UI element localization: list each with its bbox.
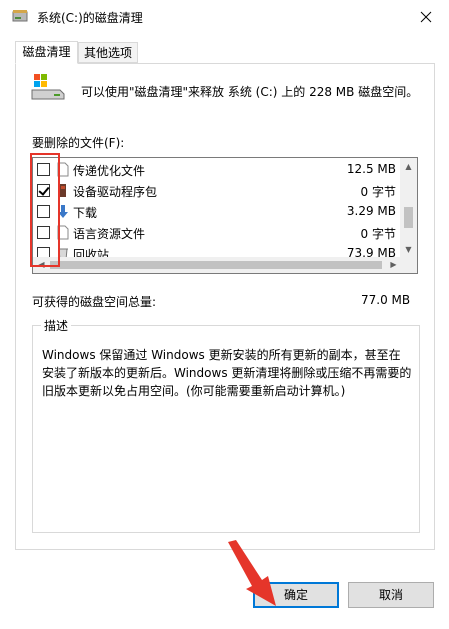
info-text: 可以使用"磁盘清理"来释放 系统 (C:) 上的 228 MB 磁盘空间。 xyxy=(81,85,419,99)
scroll-up-icon[interactable]: ▲ xyxy=(400,158,417,175)
list-item[interactable]: 设备驱动程序包 0 字节 xyxy=(33,180,400,201)
close-button[interactable] xyxy=(404,4,448,30)
list-item[interactable]: 传递优化文件 12.5 MB xyxy=(33,159,400,180)
drive-icon xyxy=(31,74,65,100)
description-title: 描述 xyxy=(41,317,72,334)
disk-cleanup-app-icon xyxy=(12,10,28,22)
scroll-thumb[interactable] xyxy=(50,261,382,269)
file-size: 0 字节 xyxy=(360,185,396,199)
tab-more-options[interactable]: 其他选项 xyxy=(78,42,138,63)
total-space-value: 77.0 MB xyxy=(361,293,411,307)
list-item[interactable]: 下载 3.29 MB xyxy=(33,201,400,222)
file-size: 12.5 MB xyxy=(346,162,396,176)
window-title: 系统(C:)的磁盘清理 xyxy=(37,11,143,25)
title-bar: 系统(C:)的磁盘清理 xyxy=(0,0,449,33)
annotation-highlight-box xyxy=(30,153,60,267)
file-name: 下载 xyxy=(73,206,98,220)
file-name: 传递优化文件 xyxy=(73,164,146,178)
file-size: 3.29 MB xyxy=(346,204,396,218)
files-to-delete-label: 要删除的文件(F): xyxy=(32,136,125,150)
tab-disk-cleanup[interactable]: 磁盘清理 xyxy=(15,41,78,64)
description-text: Windows 保留通过 Windows 更新安装的所有更新的副本，甚至在安装了… xyxy=(42,348,412,398)
annotation-arrow-icon xyxy=(228,540,276,606)
list-item[interactable]: 回收站 73.9 MB xyxy=(33,243,400,258)
scroll-thumb[interactable] xyxy=(404,207,413,228)
list-item[interactable]: 语言资源文件 0 字节 xyxy=(33,222,400,243)
vertical-scrollbar[interactable]: ▲ ▼ xyxy=(400,158,417,258)
total-space-label: 可获得的磁盘空间总量: xyxy=(32,295,157,309)
horizontal-scrollbar[interactable]: ◀ ▶ xyxy=(33,257,402,273)
file-name: 语言资源文件 xyxy=(73,227,146,241)
cancel-button[interactable]: 取消 xyxy=(348,582,434,608)
close-icon xyxy=(420,11,432,23)
files-list[interactable]: 传递优化文件 12.5 MB 设备驱动程序包 0 字节 下载 3.29 MB 语… xyxy=(32,157,418,274)
scrollbar-corner xyxy=(400,256,417,273)
disk-cleanup-panel: 可以使用"磁盘清理"来释放 系统 (C:) 上的 228 MB 磁盘空间。 要删… xyxy=(15,63,435,550)
file-name: 设备驱动程序包 xyxy=(73,185,158,199)
file-size: 0 字节 xyxy=(360,227,396,241)
description-group: 描述 Windows 保留通过 Windows 更新安装的所有更新的副本，甚至在… xyxy=(32,317,420,533)
